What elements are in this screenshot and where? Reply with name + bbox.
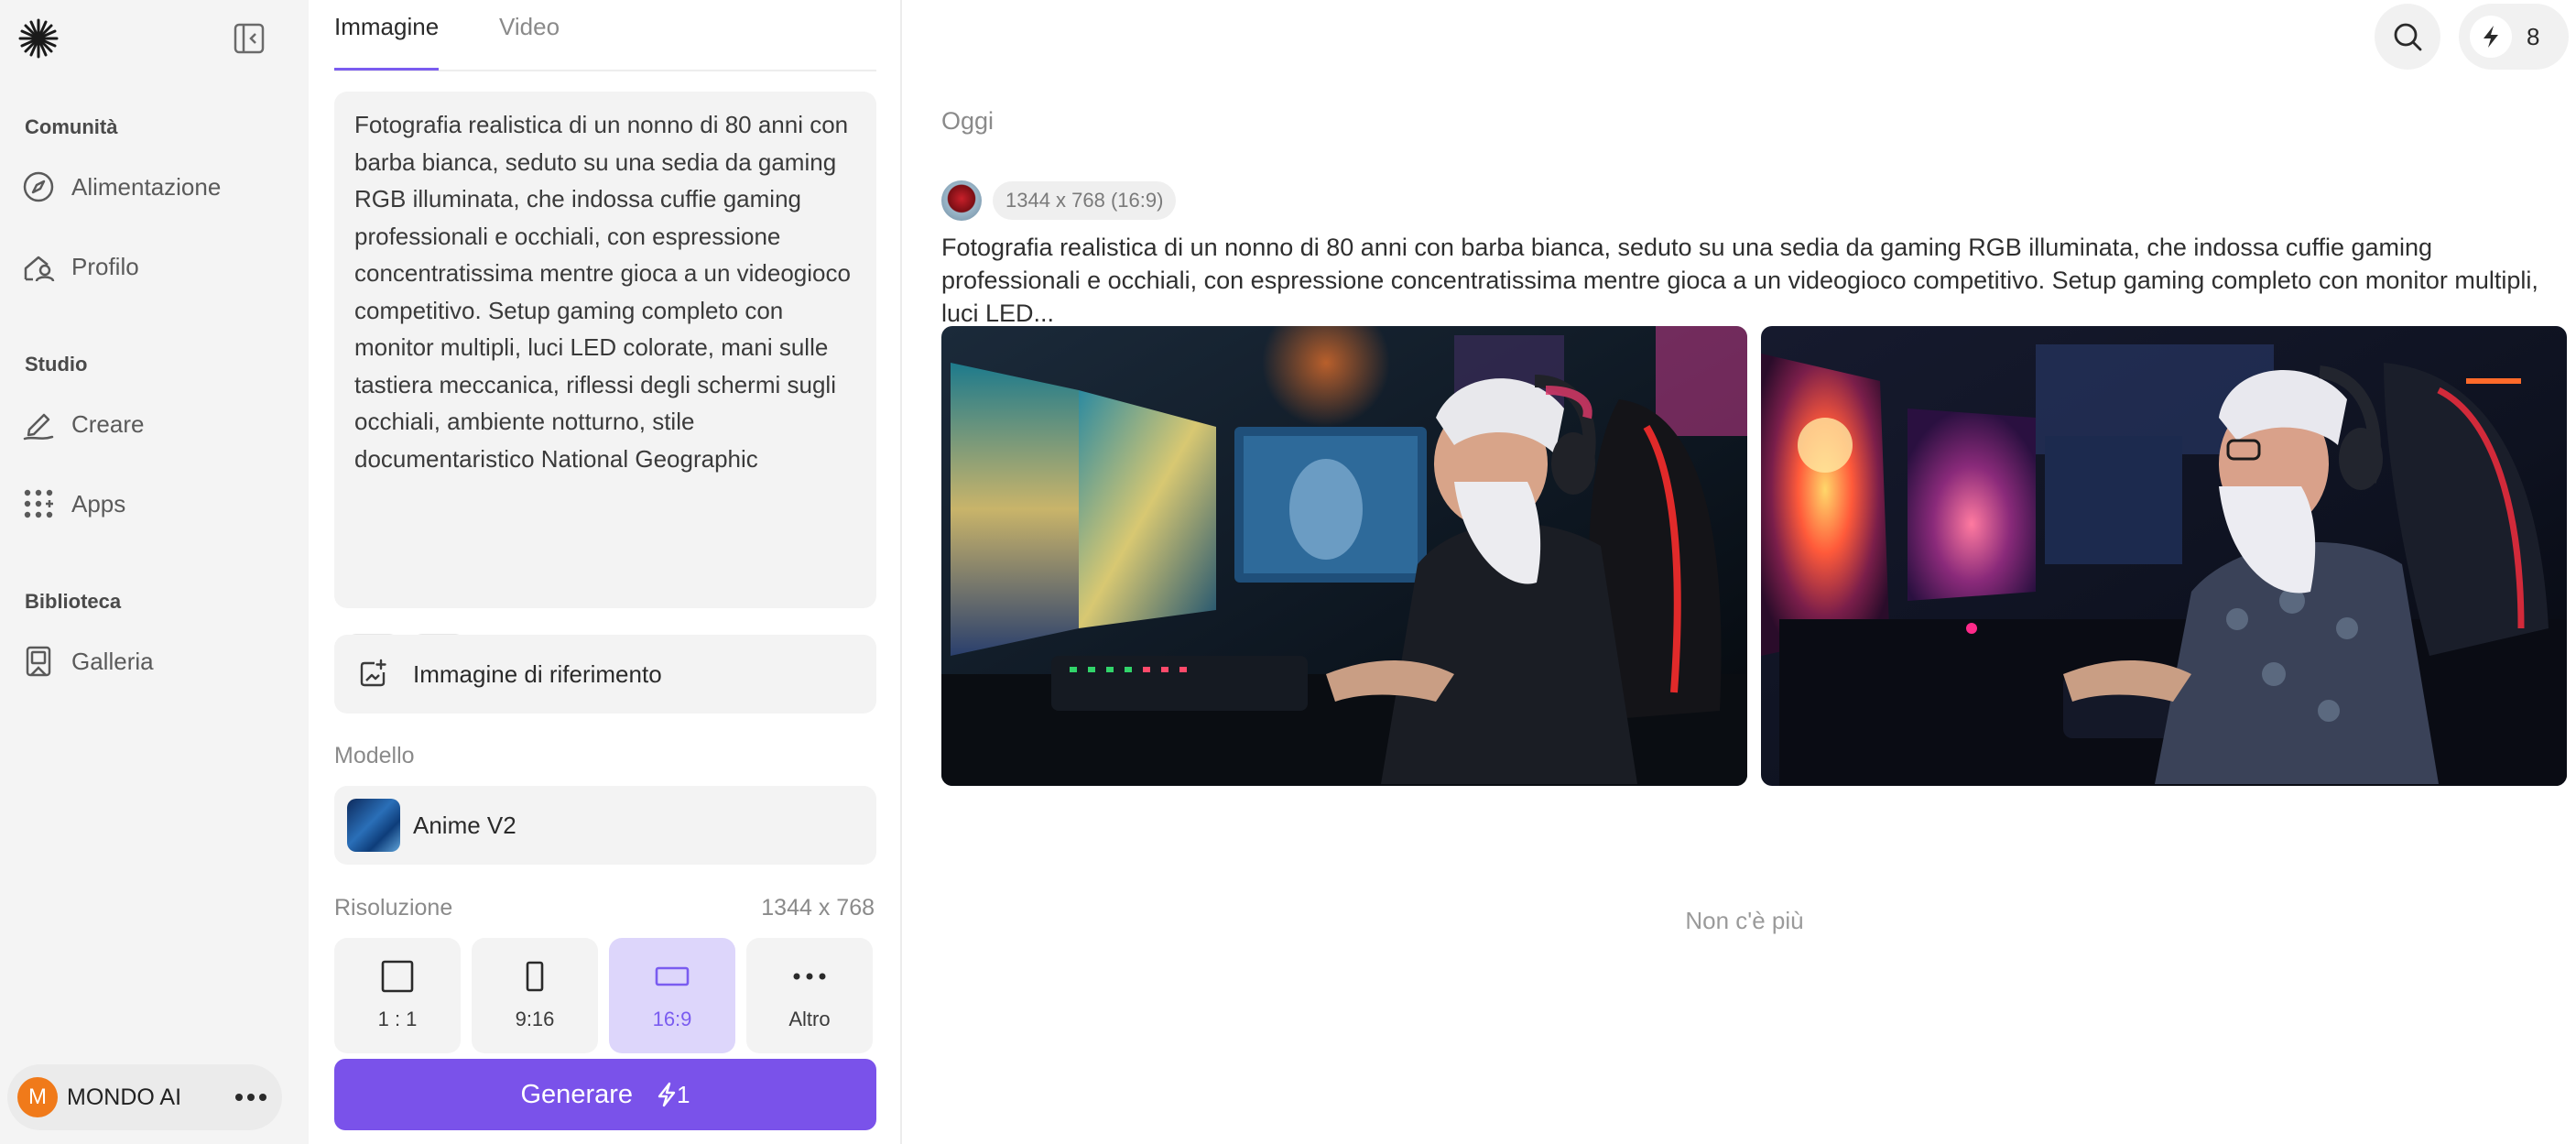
credits-count: 8 <box>2527 22 2540 50</box>
logo-icon[interactable] <box>15 15 62 62</box>
ratio-label: 9:16 <box>515 1008 555 1030</box>
sidebar-item-label: Alimentazione <box>71 172 222 201</box>
sidebar-item-feed[interactable]: Alimentazione <box>13 158 288 215</box>
sidebar-item-gallery[interactable]: Galleria <box>13 633 288 690</box>
sidebar-item-profile[interactable]: Profilo <box>13 238 288 295</box>
landscape-icon <box>609 958 735 995</box>
date-heading: Oggi <box>941 107 995 135</box>
end-of-feed: Non c'è più <box>1685 907 1804 934</box>
ratio-option-1-1[interactable]: 1 : 1 <box>334 938 461 1053</box>
reference-image-button[interactable]: Immagine di riferimento <box>334 635 876 714</box>
generate-button[interactable]: Generare 1 <box>334 1059 876 1130</box>
media-tabs: Immagine Video <box>334 0 876 71</box>
compass-icon <box>18 167 59 207</box>
ratio-label: Altro <box>788 1008 831 1030</box>
model-label: Modello <box>334 743 415 768</box>
ratio-option-16-9[interactable]: 16:9 <box>609 938 735 1053</box>
collapse-sidebar-icon[interactable] <box>231 20 267 57</box>
prompt-input[interactable]: Fotografia realistica di un nonno di 80 … <box>334 92 876 685</box>
ratio-option-more[interactable]: Altro <box>746 938 873 1053</box>
ratio-label: 1 : 1 <box>377 1008 418 1030</box>
generate-label: Generare <box>520 1079 634 1109</box>
prompt-text[interactable]: Fotografia realistica di un nonno di 80 … <box>354 106 864 477</box>
size-badge: 1344 x 768 (16:9) <box>993 181 1177 220</box>
sidebar-item-apps[interactable]: Apps <box>13 475 288 532</box>
portrait-icon <box>472 958 598 995</box>
generation-caption: Fotografia realistica di un nonno di 80 … <box>941 234 2538 327</box>
user-name: MONDO AI <box>67 1084 182 1110</box>
sidebar-item-label: Apps <box>71 489 126 518</box>
tab-video[interactable]: Video <box>499 13 560 41</box>
generate-cost: 1 <box>657 1081 690 1109</box>
model-thumbnail <box>347 799 400 852</box>
user-icon <box>18 246 59 287</box>
more-options-icon[interactable] <box>233 1079 269 1116</box>
section-title-studio: Studio <box>25 353 88 376</box>
add-image-icon <box>354 656 391 692</box>
generation-avatar <box>941 180 982 221</box>
search-button[interactable] <box>2375 4 2440 70</box>
resolution-label: Risoluzione <box>334 895 453 921</box>
lightning-icon <box>658 1082 676 1107</box>
more-dots-icon <box>746 958 873 995</box>
generation-panel: Immagine Video Fotografia realistica di … <box>309 0 902 1144</box>
section-title-community: Comunità <box>25 115 118 138</box>
sidebar-item-label: Galleria <box>71 647 154 675</box>
sidebar-item-label: Profilo <box>71 252 139 280</box>
avatar: M <box>17 1077 58 1117</box>
section-title-library: Biblioteca <box>25 590 122 613</box>
model-selector[interactable]: Anime V2 <box>334 786 876 865</box>
tab-image[interactable]: Immagine <box>334 13 439 41</box>
sidebar-item-label: Creare <box>71 409 145 438</box>
generated-image[interactable] <box>1761 326 2567 786</box>
apps-grid-icon <box>18 484 59 524</box>
sidebar-item-create[interactable]: Creare <box>13 396 288 452</box>
generate-cost-value: 1 <box>677 1080 690 1108</box>
active-tab-indicator <box>334 68 439 71</box>
generation-meta: 1344 x 768 (16:9) <box>941 180 1177 222</box>
ratio-label: 16:9 <box>652 1008 692 1030</box>
lightning-icon <box>2470 16 2512 58</box>
model-name: Anime V2 <box>413 811 516 839</box>
ratio-option-9-16[interactable]: 9:16 <box>472 938 598 1053</box>
pen-icon <box>18 404 59 444</box>
credits-badge[interactable]: 8 <box>2459 4 2569 70</box>
gallery-icon <box>18 641 59 681</box>
square-icon <box>334 958 461 995</box>
reference-image-label: Immagine di riferimento <box>413 659 662 688</box>
search-icon <box>2394 23 2422 51</box>
resolution-value: 1344 x 768 <box>761 895 875 921</box>
results-feed: 8 Oggi 1344 x 768 (16:9) Fotografia real… <box>904 0 2576 1144</box>
user-menu[interactable]: M MONDO AI <box>7 1064 282 1130</box>
generated-image[interactable] <box>941 326 1747 786</box>
sidebar: Comunità Alimentazione Profilo Studio Cr… <box>0 0 309 1144</box>
